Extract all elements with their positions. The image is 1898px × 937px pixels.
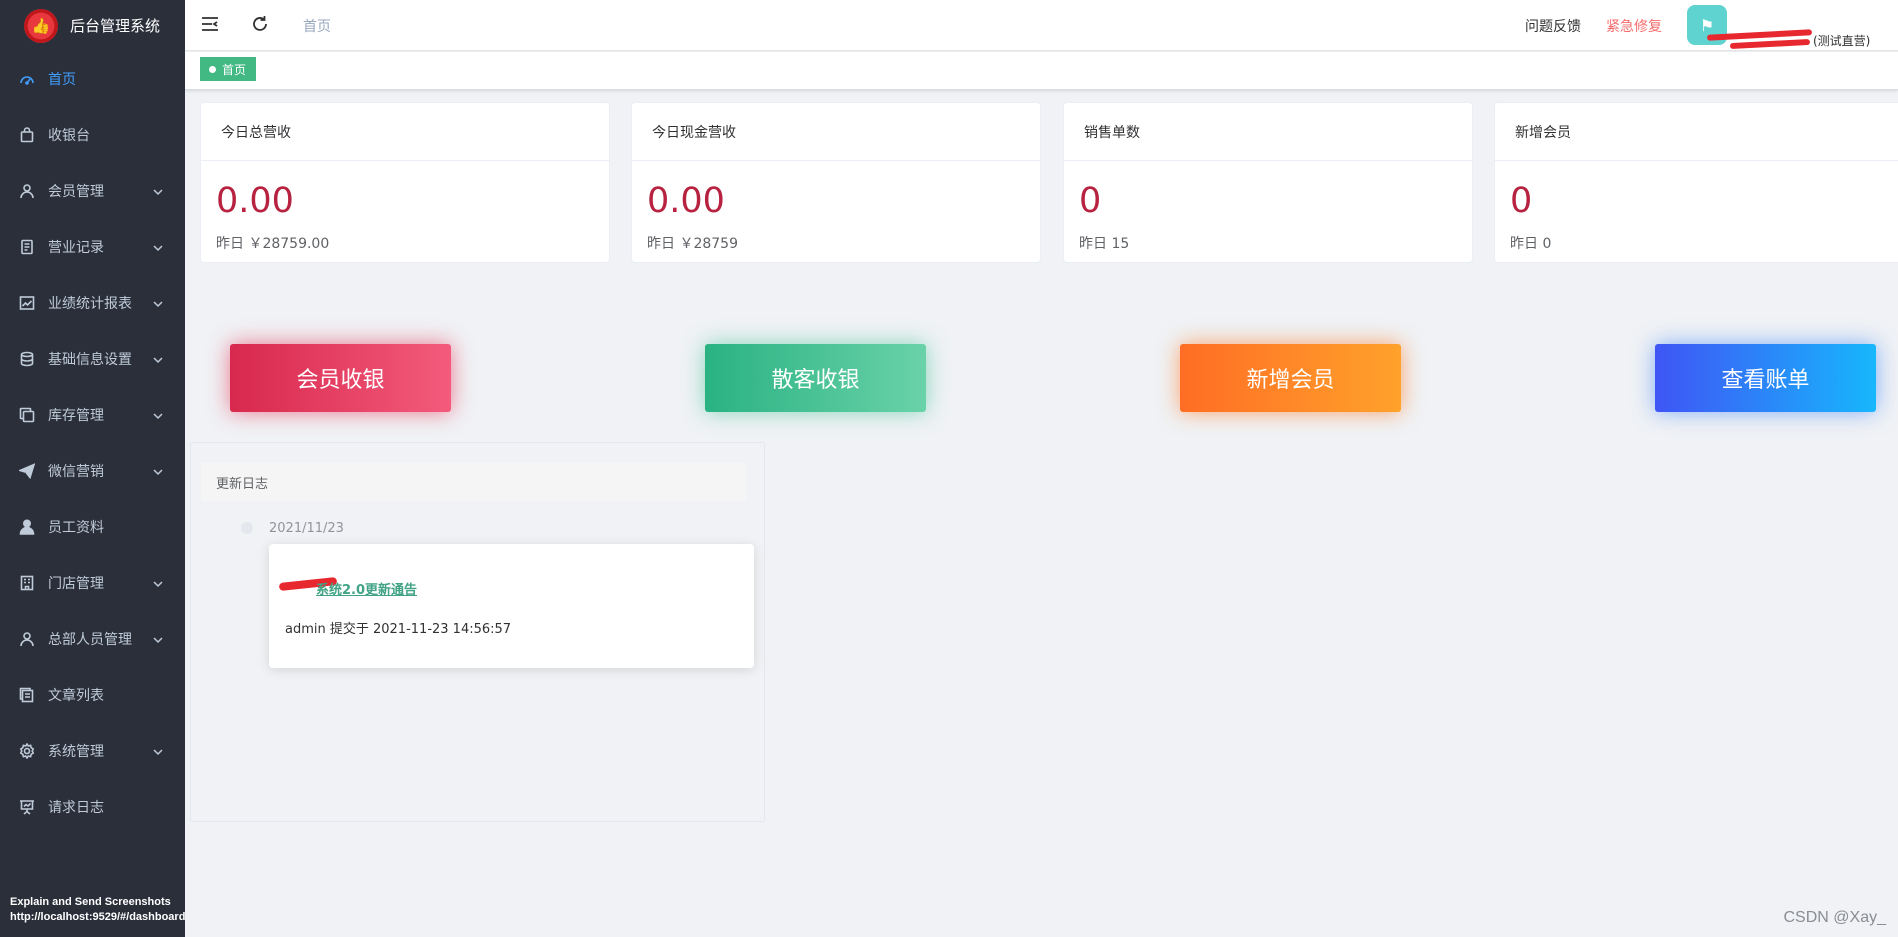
changelog-title: 更新日志 [201,463,746,501]
breadcrumb[interactable]: 首页 [303,16,331,36]
stat-card-value: 0.00 [647,181,725,221]
refresh-icon[interactable] [250,14,270,34]
stat-card-title: 今日现金营收 [632,103,1040,161]
timeline-dot-icon [241,522,253,534]
stat-card-yesterday: 昨日 ￥28759 [647,236,738,252]
stat-card-value: 0.00 [216,181,294,221]
shopping-bag-icon [19,127,35,143]
timeline-date: 2021/11/23 [269,521,344,536]
sidebar-item-request-log[interactable]: 请求日志 [0,779,185,835]
stat-card-total-revenue: 今日总营收 0.00 昨日 ￥28759.00 [200,102,610,263]
sidebar-item-article-list[interactable]: 文章列表 [0,667,185,723]
sidebar-item-label: 营业记录 [48,240,104,256]
thumbs-up-icon: 👍 [24,8,58,43]
document-icon [19,239,35,255]
sidebar-item-label: 会员管理 [48,184,104,200]
sidebar-item-hq-staff[interactable]: 总部人员管理 [0,611,185,667]
sidebar-item-label: 首页 [48,72,76,88]
database-icon [19,351,35,367]
sidebar-item-label: 系统管理 [48,744,104,760]
building-icon [19,575,35,591]
changelog-entry-title[interactable]: 系统2.0更新通告 [316,579,417,598]
user-name[interactable]: (测试直营) [1813,32,1870,49]
active-dot-icon [209,65,216,73]
sidebar-item-label: 请求日志 [48,800,104,816]
stat-card-title: 新增会员 [1495,103,1898,161]
topbar: 首页 问题反馈 紧急修复 ⚑ (测试直营) [185,0,1898,51]
user-icon [19,631,35,647]
logo[interactable]: 👍 后台管理系统 [0,0,185,51]
view-bills-button[interactable]: 查看账单 [1655,344,1876,412]
paper-plane-icon [19,463,35,479]
sidebar-item-wechat-marketing[interactable]: 微信营销 [0,443,185,499]
emergency-fix-link[interactable]: 紧急修复 [1606,16,1662,36]
chevron-down-icon [153,409,163,420]
app-title: 后台管理系统 [70,17,161,35]
tag-home[interactable]: 首页 [200,57,257,81]
copy-icon [19,407,35,423]
hamburger-icon[interactable] [200,14,220,34]
stat-card-cash-revenue: 今日现金营收 0.00 昨日 ￥28759 [631,102,1041,263]
chevron-down-icon [153,353,163,364]
sidebar-item-label: 门店管理 [48,576,104,592]
sidebar-item-performance-report[interactable]: 业绩统计报表 [0,275,185,331]
sidebar-item-home[interactable]: 首页 [0,51,185,107]
chevron-down-icon [153,297,163,308]
user-icon [19,183,35,199]
list-icon [19,687,35,703]
stat-card-value: 0 [1079,181,1102,221]
watermark: CSDN @Xay_ [1783,909,1887,926]
chevron-down-icon [153,465,163,476]
chart-icon [19,295,35,311]
tags-view: 首页 [185,52,1898,90]
person-icon [19,519,35,535]
changelog-entry-meta: admin 提交于 2021-11-23 14:56:57 [285,622,512,637]
overlay-caption: Explain and Send Screenshots [10,896,171,908]
stat-card-yesterday: 昨日 ￥28759.00 [216,236,330,252]
member-checkout-button[interactable]: 会员收银 [230,344,451,412]
sidebar: 👍 后台管理系统 首页 收银台 会员管理 营业记录 业绩统计报表 基础信息设置 … [0,0,185,937]
presentation-icon [19,799,35,815]
sidebar-item-members[interactable]: 会员管理 [0,163,185,219]
sidebar-item-label: 收银台 [48,128,90,144]
gear-icon [19,743,35,759]
tag-label: 首页 [222,62,247,77]
feedback-link[interactable]: 问题反馈 [1525,16,1581,36]
sidebar-item-inventory[interactable]: 库存管理 [0,387,185,443]
add-member-button[interactable]: 新增会员 [1180,344,1401,412]
stat-card-title: 今日总营收 [201,103,609,161]
guest-checkout-button[interactable]: 散客收银 [705,344,926,412]
changelog-panel: 更新日志 2021/11/23 系统2.0更新通告 admin 提交于 2021… [190,442,765,822]
sidebar-item-label: 业绩统计报表 [48,296,132,312]
stat-card-value: 0 [1510,181,1533,221]
overlay-url: http://localhost:9529/#/dashboard [10,911,186,923]
chevron-down-icon [153,185,163,196]
sidebar-item-label: 文章列表 [48,688,104,704]
sidebar-item-label: 微信营销 [48,464,104,480]
chevron-down-icon [153,633,163,644]
sidebar-menu: 首页 收银台 会员管理 营业记录 业绩统计报表 基础信息设置 库存管理 微信营销… [0,51,185,835]
sidebar-item-cashier[interactable]: 收银台 [0,107,185,163]
sidebar-item-business-records[interactable]: 营业记录 [0,219,185,275]
sidebar-item-basic-settings[interactable]: 基础信息设置 [0,331,185,387]
stat-card-yesterday: 昨日 0 [1510,236,1552,252]
stat-card-sales-orders: 销售单数 0 昨日 15 [1063,102,1473,263]
sidebar-item-label: 总部人员管理 [48,632,132,648]
sidebar-item-label: 库存管理 [48,408,104,424]
sidebar-item-label: 基础信息设置 [48,352,132,368]
redaction-mark [1729,38,1811,50]
stat-card-new-members: 新增会员 0 昨日 0 [1494,102,1898,263]
sidebar-item-label: 员工资料 [48,520,104,536]
dashboard-icon [19,71,35,87]
sidebar-item-system-management[interactable]: 系统管理 [0,723,185,779]
sidebar-item-store-management[interactable]: 门店管理 [0,555,185,611]
stat-card-title: 销售单数 [1064,103,1472,161]
chevron-down-icon [153,745,163,756]
changelog-card: 系统2.0更新通告 admin 提交于 2021-11-23 14:56:57 [269,544,754,668]
chevron-down-icon [153,577,163,588]
stat-card-yesterday: 昨日 15 [1079,236,1130,252]
sidebar-item-staff-profiles[interactable]: 员工资料 [0,499,185,555]
chevron-down-icon [153,241,163,252]
